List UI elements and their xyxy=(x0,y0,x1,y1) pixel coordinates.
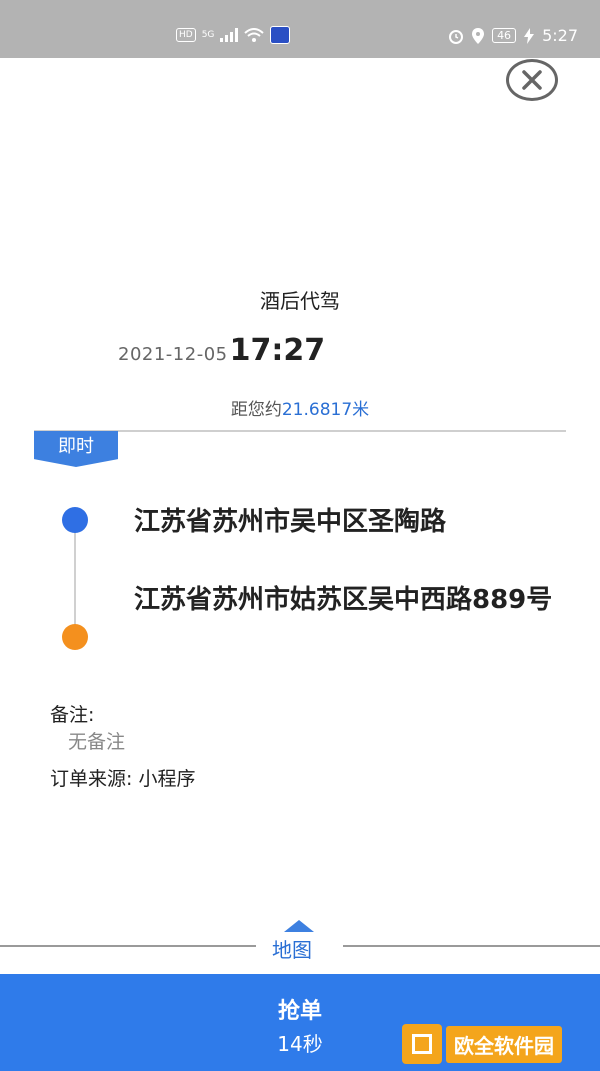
route-line xyxy=(74,522,76,634)
end-point-icon xyxy=(62,624,88,650)
hd-badge: HD xyxy=(176,28,196,42)
app-notification-icon xyxy=(270,26,291,44)
status-time: 5:27 xyxy=(542,26,578,45)
start-address: 江苏省苏州市吴中区圣陶路 xyxy=(134,507,447,537)
order-source-value: 小程序 xyxy=(138,768,196,790)
distance-label: 距您约 xyxy=(230,400,282,420)
watermark-text: 欧全软件园 xyxy=(446,1025,562,1063)
map-divider-left xyxy=(0,945,256,947)
order-source: 订单来源: 小程序 xyxy=(50,764,195,791)
service-type: 酒后代驾 xyxy=(260,289,340,313)
remark-label: 备注: xyxy=(50,704,95,726)
alarm-icon xyxy=(449,29,464,44)
map-divider-right xyxy=(343,945,600,947)
status-left: HD 5G xyxy=(176,26,291,44)
map-label[interactable]: 地图 xyxy=(272,934,312,963)
signal-icon xyxy=(220,28,239,42)
remark-value: 无备注 xyxy=(68,731,126,753)
charging-icon xyxy=(524,27,535,44)
order-source-label: 订单来源: xyxy=(50,768,133,790)
order-time: 17:27 xyxy=(229,333,326,368)
map-toggle[interactable]: 地图 xyxy=(0,918,600,964)
close-icon xyxy=(522,70,542,90)
wifi-icon xyxy=(244,28,265,42)
status-bar: HD 5G 46 5:27 xyxy=(0,0,600,58)
order-date: 2021-12-05 xyxy=(118,344,228,365)
watermark: 欧全软件园 xyxy=(402,1024,562,1064)
distance-info: 距您约21.6817米 xyxy=(0,395,600,420)
battery-indicator: 46 xyxy=(492,28,517,43)
watermark-logo-icon xyxy=(402,1024,442,1064)
distance-value: 21.6817米 xyxy=(281,400,370,420)
order-datetime: 2021-12-05 17:27 xyxy=(118,333,325,368)
start-point-icon xyxy=(62,507,88,533)
end-address: 江苏省苏州市姑苏区吴中西路889号 xyxy=(134,585,553,615)
location-icon xyxy=(472,27,485,44)
close-button[interactable] xyxy=(506,59,558,101)
caret-up-icon xyxy=(284,920,314,932)
immediate-tag: 即时 xyxy=(34,431,118,467)
grab-order-label: 抢单 xyxy=(277,999,322,1024)
signal-type: 5G xyxy=(201,30,215,40)
status-right: 46 5:27 xyxy=(448,26,578,45)
